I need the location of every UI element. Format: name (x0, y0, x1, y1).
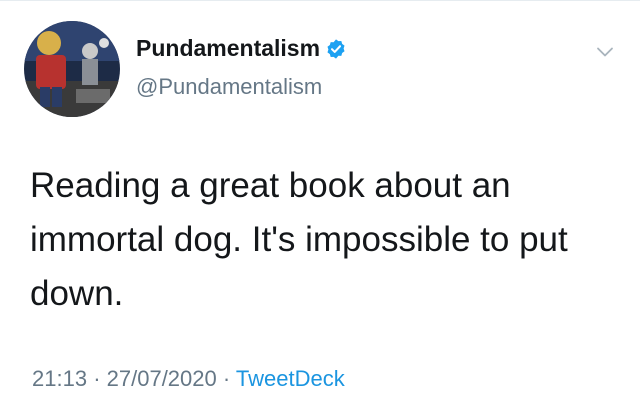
tweet-time[interactable]: 21:13 (32, 366, 87, 391)
tweet-source[interactable]: TweetDeck (236, 366, 345, 391)
verified-badge-icon (327, 38, 345, 59)
tweet-meta: 21:13 · 27/07/2020 · TweetDeck (32, 366, 345, 392)
tweet-card: Pundamentalism @Pundamentalism Reading a… (0, 0, 640, 414)
avatar-image (24, 21, 120, 117)
tweet-text: Reading a great book about an immortal d… (30, 166, 568, 313)
author-display-name[interactable]: Pundamentalism (136, 35, 320, 62)
author-handle[interactable]: @Pundamentalism (136, 74, 322, 100)
meta-separator: · (93, 366, 101, 391)
meta-separator: · (222, 366, 231, 391)
tweet-date[interactable]: 27/07/2020 (107, 366, 217, 391)
author-name-row[interactable]: Pundamentalism (136, 35, 347, 62)
chevron-down-icon[interactable] (594, 41, 616, 63)
avatar[interactable] (24, 21, 120, 117)
